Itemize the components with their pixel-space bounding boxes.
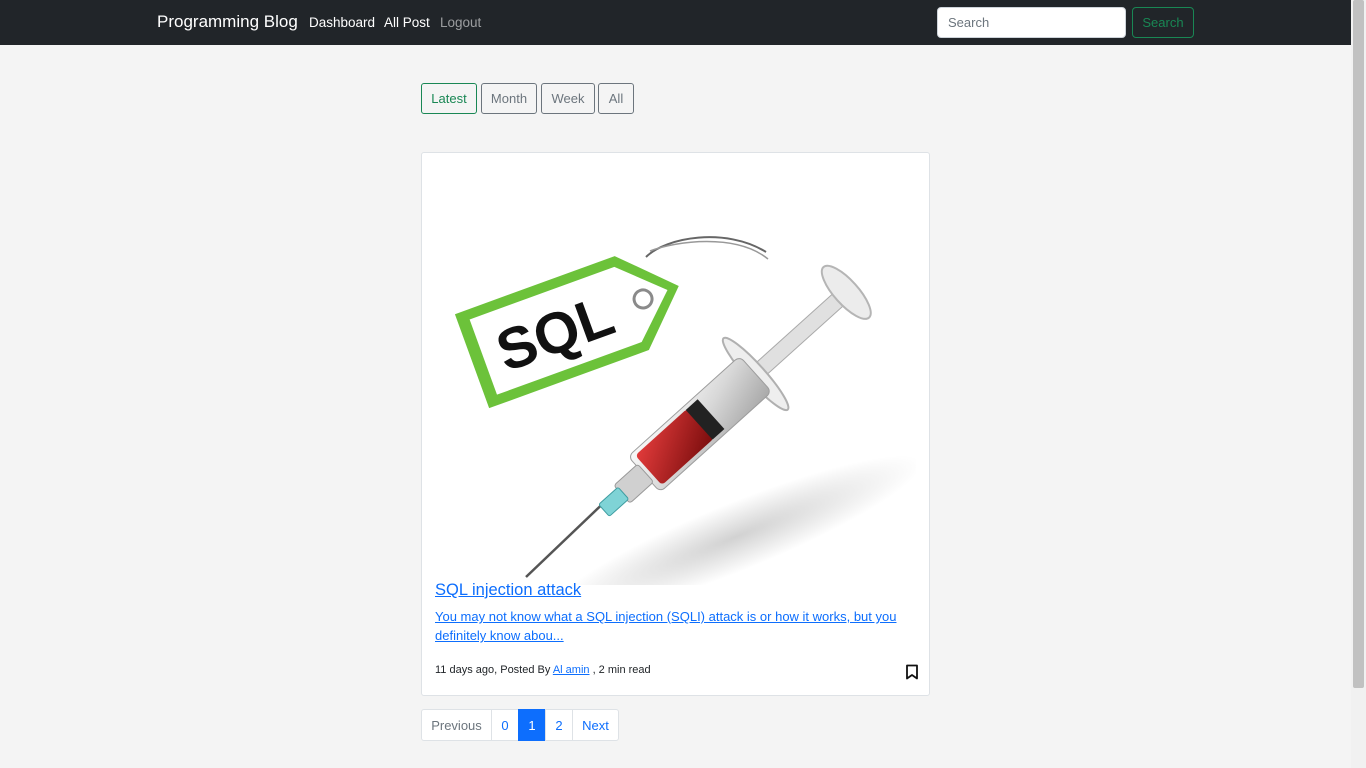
- nav-logout-link[interactable]: Logout: [440, 15, 481, 30]
- brand-link[interactable]: Programming Blog: [157, 12, 298, 32]
- bookmark-icon[interactable]: [905, 664, 919, 680]
- filter-latest-button[interactable]: Latest: [421, 83, 477, 114]
- pagination-next[interactable]: Next: [572, 709, 619, 741]
- pagination-previous[interactable]: Previous: [421, 709, 492, 741]
- post-author-link[interactable]: Al amin: [553, 664, 590, 676]
- post-excerpt-link[interactable]: You may not know what a SQL injection (S…: [435, 607, 905, 645]
- post-title-link[interactable]: SQL injection attack: [435, 581, 581, 600]
- pagination-page-2[interactable]: 2: [545, 709, 573, 741]
- post-meta-suffix: , 2 min read: [589, 664, 651, 676]
- pagination: Previous 0 1 2 Next: [421, 709, 619, 741]
- post-meta: 11 days ago, Posted By Al amin , 2 min r…: [435, 664, 651, 676]
- filter-all-button[interactable]: All: [598, 83, 634, 114]
- vertical-scrollbar[interactable]: [1351, 0, 1366, 768]
- nav-all-post-link[interactable]: All Post: [384, 15, 430, 30]
- post-image[interactable]: SQL: [436, 167, 916, 585]
- post-meta-prefix: 11 days ago, Posted By: [435, 664, 553, 676]
- top-navbar: Programming Blog Dashboard All Post Logo…: [0, 0, 1351, 45]
- search-button[interactable]: Search: [1132, 7, 1194, 38]
- search-input[interactable]: [937, 7, 1126, 38]
- pagination-page-0[interactable]: 0: [491, 709, 519, 741]
- filter-month-button[interactable]: Month: [481, 83, 537, 114]
- nav-dashboard-link[interactable]: Dashboard: [309, 15, 375, 30]
- pagination-page-1[interactable]: 1: [518, 709, 546, 741]
- filter-week-button[interactable]: Week: [541, 83, 595, 114]
- scrollbar-thumb[interactable]: [1353, 0, 1364, 688]
- post-card: SQL SQL injection attack You may not kno…: [421, 152, 930, 696]
